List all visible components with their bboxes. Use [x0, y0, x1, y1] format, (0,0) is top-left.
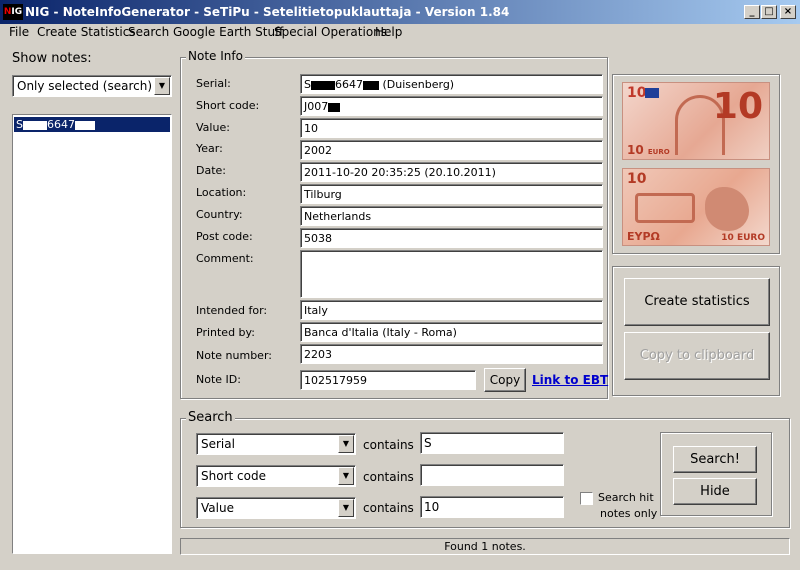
status-bar: Found 1 notes. — [180, 538, 790, 555]
search-value-3[interactable]: 10 — [420, 496, 564, 518]
location-field[interactable]: Tilburg — [300, 184, 603, 204]
maximize-button[interactable]: □ — [761, 5, 777, 19]
serial-label: Serial: — [196, 77, 231, 90]
year-field[interactable]: 2002 — [300, 140, 603, 160]
denomination-corner-back: 10 — [627, 171, 647, 187]
denomination-back-right: 10 EURO — [721, 233, 765, 243]
note-id-label: Note ID: — [196, 373, 241, 386]
search-hit-only-label-1: Search hit — [598, 491, 654, 504]
europe-map-icon — [705, 187, 749, 231]
show-notes-select[interactable]: Only selected (search) ▼ — [12, 75, 172, 97]
note-id-field[interactable]: 102517959 — [300, 370, 476, 390]
denomination-back-bottom: EYPΩ — [627, 230, 660, 243]
redaction — [362, 80, 379, 90]
date-field[interactable]: 2011-10-20 20:35:25 (20.10.2011) — [300, 162, 603, 182]
redaction — [310, 80, 335, 90]
search-field-select-2[interactable]: Short code ▼ — [196, 465, 356, 487]
comment-field[interactable] — [300, 250, 603, 298]
short-code-label: Short code: — [196, 99, 260, 112]
search-value-1[interactable]: S — [420, 432, 564, 454]
year-label: Year: — [196, 142, 223, 155]
country-field[interactable]: Netherlands — [300, 206, 603, 226]
title-bar: NIG NIG - NoteInfoGenerator - SeTiPu - S… — [0, 0, 800, 24]
search-field-select-3[interactable]: Value ▼ — [196, 497, 356, 519]
search-group-title: Search — [186, 410, 235, 425]
contains-label-2: contains — [363, 470, 414, 484]
short-code-field[interactable]: J007 — [300, 96, 603, 116]
redaction — [22, 120, 47, 130]
search-hit-only-checkbox[interactable] — [580, 492, 593, 505]
denomination-large: 10 — [712, 86, 763, 127]
contains-label-1: contains — [363, 438, 414, 452]
intended-for-field[interactable]: Italy — [300, 300, 603, 320]
date-label: Date: — [196, 164, 226, 177]
note-number-label: Note number: — [196, 349, 272, 362]
banknote-front-image: 10 10 10 EURO — [622, 82, 770, 160]
denomination-corner: 10 — [627, 85, 647, 101]
country-label: Country: — [196, 208, 243, 221]
serial-prefix: S — [304, 78, 311, 91]
menu-file[interactable]: File — [9, 25, 29, 39]
short-code-prefix: J007 — [304, 100, 329, 113]
window-title: NIG - NoteInfoGenerator - SeTiPu - Setel… — [25, 5, 510, 19]
menu-special-operations[interactable]: Special Operations — [274, 25, 387, 39]
list-item[interactable]: S 6647 — [14, 117, 170, 132]
post-code-label: Post code: — [196, 230, 253, 243]
show-notes-label: Show notes: — [12, 51, 92, 66]
close-button[interactable]: × — [780, 5, 796, 19]
serial-mid: 6647 — [334, 78, 363, 91]
denomination-bottom: 10 EURO — [627, 143, 670, 157]
comment-label: Comment: — [196, 252, 254, 265]
menu-create-statistics[interactable]: Create Statistics — [37, 25, 136, 39]
menu-google-earth[interactable]: Google Earth Stuff — [173, 25, 283, 39]
hide-button[interactable]: Hide — [673, 478, 757, 505]
search-field-select-2-value: Short code — [201, 469, 266, 483]
location-label: Location: — [196, 186, 247, 199]
copy-to-clipboard-button[interactable]: Copy to clipboard — [624, 332, 770, 380]
list-item-mid: 6647 — [46, 118, 75, 131]
show-notes-select-value: Only selected (search) — [17, 79, 152, 93]
minimize-button[interactable]: _ — [744, 5, 760, 19]
note-info-group-title: Note Info — [186, 49, 245, 63]
serial-suffix: (Duisenberg) — [382, 78, 455, 91]
bridge-icon — [635, 193, 695, 223]
value-field[interactable]: 10 — [300, 118, 603, 138]
chevron-down-icon[interactable]: ▼ — [338, 467, 354, 485]
banknote-back-image: 10 EYPΩ 10 EURO — [622, 168, 770, 246]
search-field-select-1[interactable]: Serial ▼ — [196, 433, 356, 455]
eu-flag-icon — [645, 88, 659, 98]
redaction — [328, 102, 341, 112]
menu-help[interactable]: Help — [375, 25, 402, 39]
menu-bar: File Create Statistics Search Google Ear… — [0, 24, 800, 44]
serial-field[interactable]: S 6647 (Duisenberg) — [300, 74, 603, 94]
list-item-prefix: S — [16, 118, 23, 131]
printed-by-field[interactable]: Banca d'Italia (Italy - Roma) — [300, 322, 603, 342]
menu-search[interactable]: Search — [128, 25, 169, 39]
app-icon[interactable]: NIG — [3, 4, 23, 20]
chevron-down-icon[interactable]: ▼ — [338, 435, 354, 453]
link-to-ebt[interactable]: Link to EBT — [532, 373, 608, 387]
post-code-field[interactable]: 5038 — [300, 228, 603, 248]
search-field-select-1-value: Serial — [201, 437, 235, 451]
notes-list[interactable]: S 6647 — [12, 114, 172, 554]
search-field-select-3-value: Value — [201, 501, 234, 515]
printed-by-label: Printed by: — [196, 326, 255, 339]
redaction — [74, 120, 95, 130]
search-button[interactable]: Search! — [673, 446, 757, 473]
chevron-down-icon[interactable]: ▼ — [154, 77, 170, 95]
search-hit-only-label-2: notes only — [600, 507, 658, 520]
create-statistics-button[interactable]: Create statistics — [624, 278, 770, 326]
chevron-down-icon[interactable]: ▼ — [338, 499, 354, 517]
contains-label-3: contains — [363, 501, 414, 515]
note-number-field[interactable]: 2203 — [300, 344, 603, 364]
copy-button[interactable]: Copy — [484, 368, 526, 392]
value-label: Value: — [196, 121, 230, 134]
intended-for-label: Intended for: — [196, 304, 268, 317]
search-value-2[interactable] — [420, 464, 564, 486]
